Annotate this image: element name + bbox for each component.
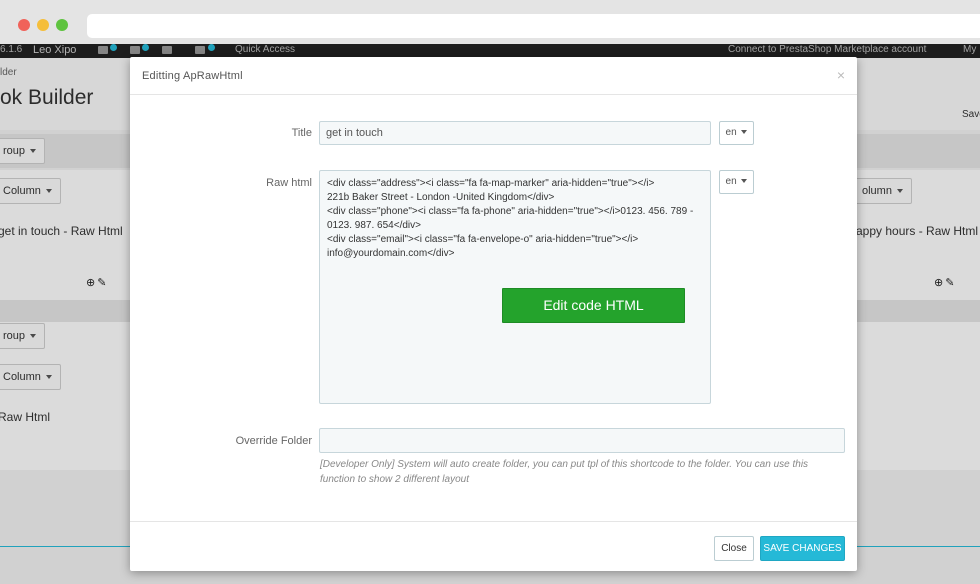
window-minimize-dot[interactable] [37,19,49,31]
title-language-dropdown[interactable]: en [719,121,754,145]
raw-html-line: 221b Baker Street - London -United Kingd… [327,192,555,203]
raw-html-line: info@yourdomain.com</div> [327,248,455,259]
raw-html-line: 0123. 987. 654</div> [327,220,421,231]
window-maximize-dot[interactable] [56,19,68,31]
edit-raw-html-modal: Editting ApRawHtml × Title get in touch … [130,57,857,571]
override-folder-input[interactable] [319,428,845,453]
edit-code-html-button[interactable]: Edit code HTML [502,288,685,323]
browser-chrome [0,0,980,44]
title-label: Title [291,127,312,139]
raw-html-textarea[interactable]: <div class="address"><i class="fa fa-map… [319,170,711,404]
override-folder-label: Override Folder [235,435,312,447]
raw-html-line: <div class="phone"><i class="fa fa-phone… [327,206,694,217]
raw-html-line: <div class="email"><i class="fa fa-envel… [327,234,639,245]
save-changes-button[interactable]: SAVE CHANGES [760,536,845,561]
close-button[interactable]: Close [714,536,754,561]
raw-html-line: <div class="address"><i class="fa fa-map… [327,178,655,189]
window-close-dot[interactable] [18,19,30,31]
raw-html-language-dropdown[interactable]: en [719,170,754,194]
override-folder-help-text: [Developer Only] System will auto create… [320,459,809,485]
raw-html-label: Raw html [266,177,312,189]
close-icon[interactable]: × [837,67,845,83]
address-bar[interactable] [87,14,980,38]
title-input[interactable]: get in touch [319,121,711,145]
modal-title: Editting ApRawHtml [142,70,243,82]
modal-header: Editting ApRawHtml × [130,57,857,95]
modal-footer: Close SAVE CHANGES [130,521,857,571]
